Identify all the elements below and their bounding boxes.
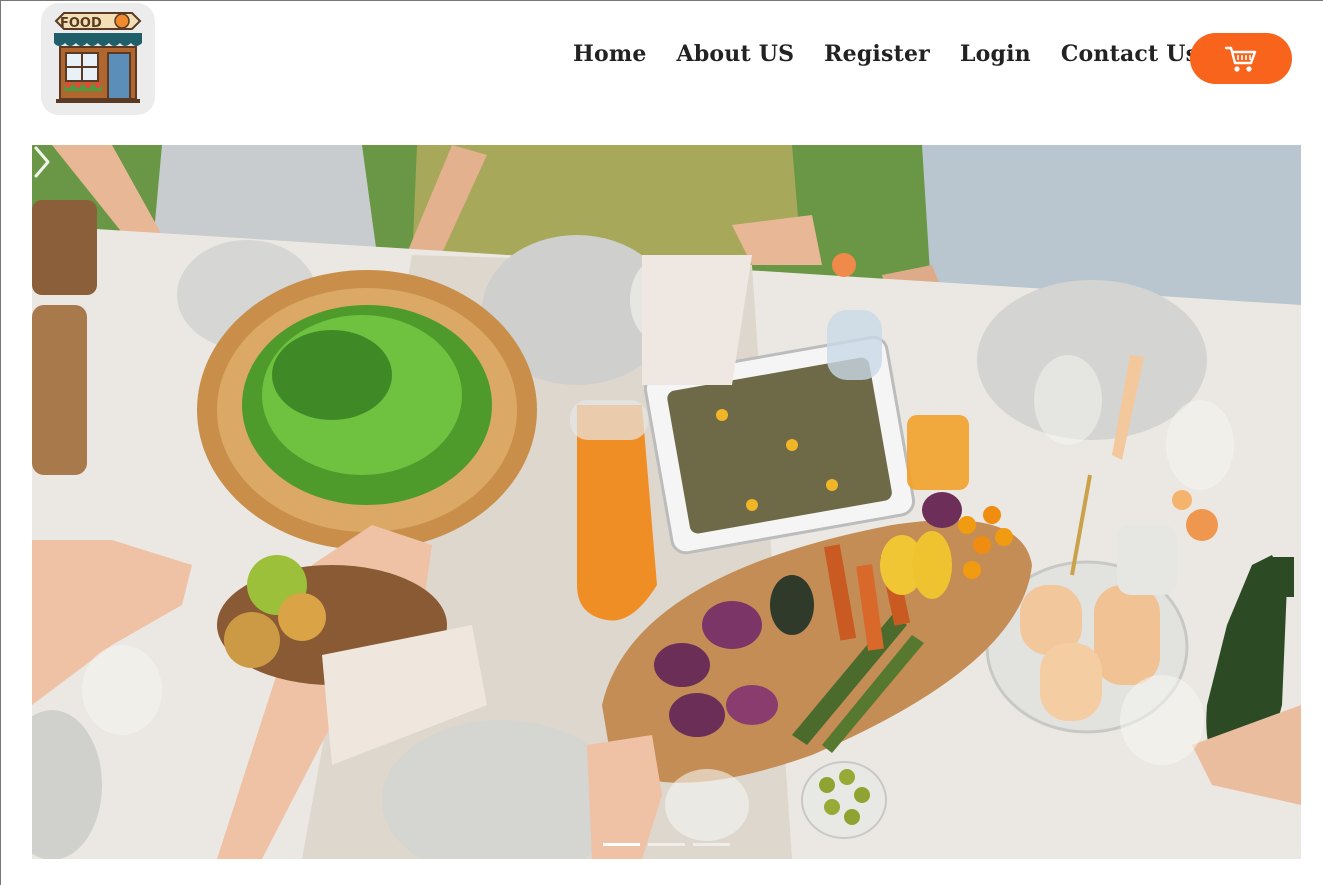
food-store-icon: FOOD <box>54 12 142 103</box>
chevron-right-icon[interactable] <box>32 145 52 179</box>
main-nav: Home About US Register Login Contact Us <box>573 41 1198 67</box>
cart-button[interactable] <box>1190 33 1292 84</box>
nav-home-link[interactable]: Home <box>573 41 647 67</box>
carousel-indicator-1[interactable] <box>603 843 640 846</box>
carousel-indicator-2[interactable] <box>648 843 685 846</box>
hero-image <box>32 145 1301 859</box>
nav-about-link[interactable]: About US <box>677 41 795 67</box>
carousel-indicator-3[interactable] <box>693 843 730 846</box>
nav-login-link[interactable]: Login <box>960 41 1031 67</box>
nav-contact-link[interactable]: Contact Us <box>1061 41 1198 67</box>
logo-text: FOOD <box>60 16 102 31</box>
nav-register-link[interactable]: Register <box>824 41 930 67</box>
dining-table-illustration <box>32 145 1301 859</box>
cart-icon <box>1224 46 1257 72</box>
site-logo[interactable]: FOOD <box>41 3 155 115</box>
carousel-indicators <box>603 843 730 846</box>
